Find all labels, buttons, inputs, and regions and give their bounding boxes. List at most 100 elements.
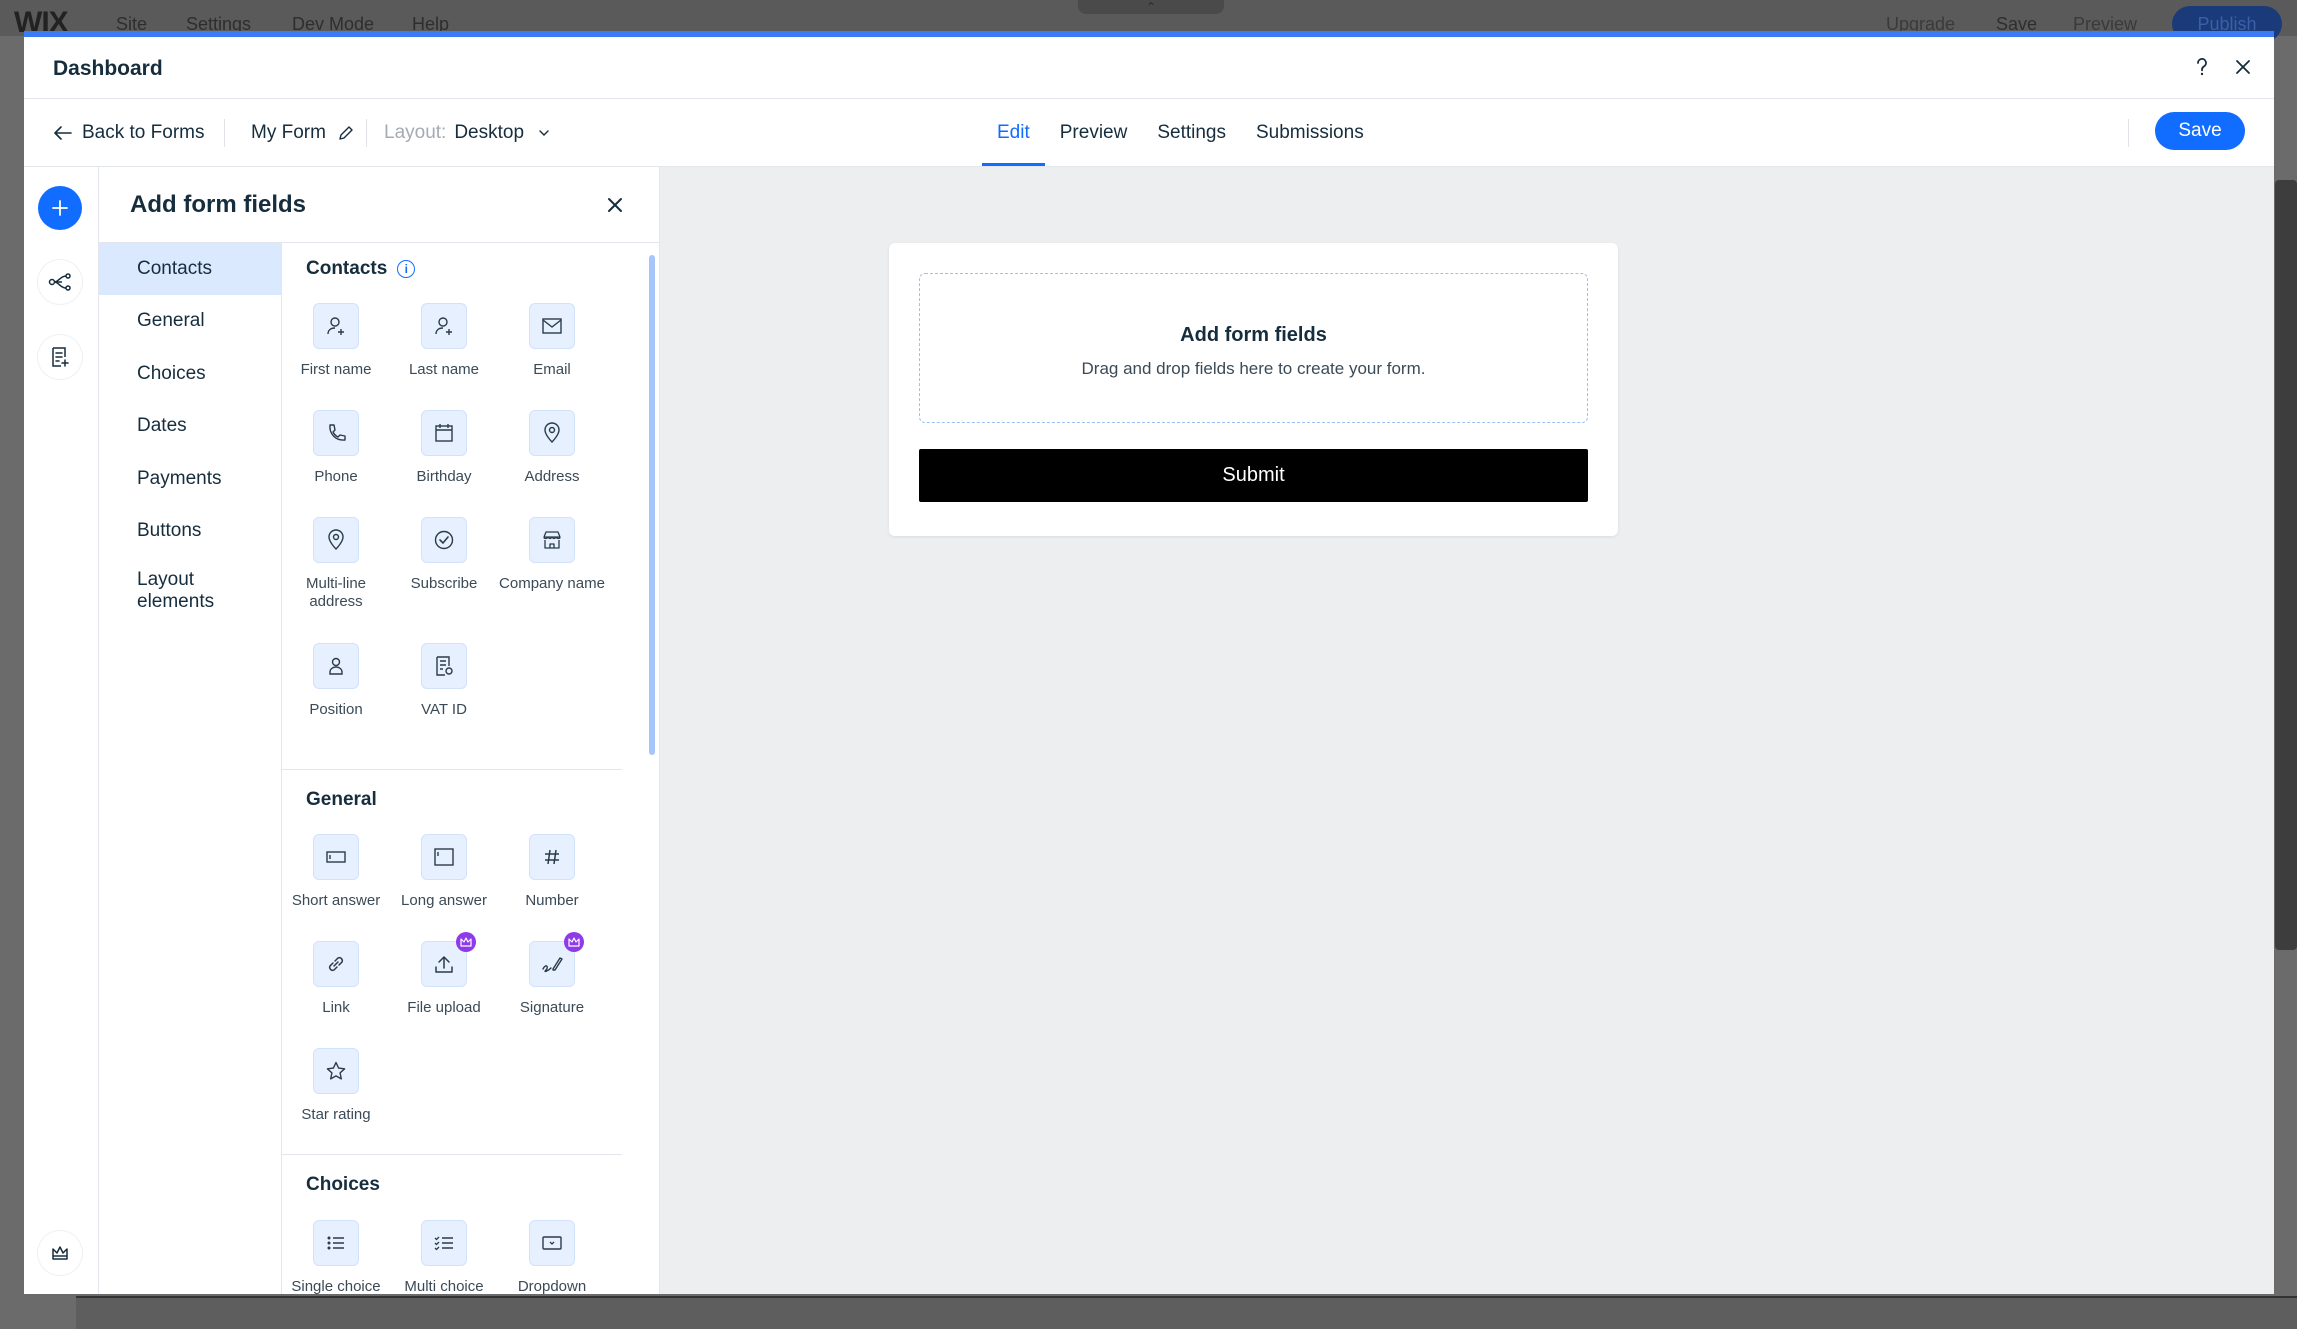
document-add-icon [50, 346, 70, 368]
field-label: Signature [519, 999, 585, 1016]
field-vat-id[interactable]: VAT ID [390, 643, 498, 719]
field-link[interactable]: Link [282, 941, 390, 1017]
field-long-answer[interactable]: Long answer [390, 834, 498, 910]
field-subscribe[interactable]: Subscribe [390, 517, 498, 593]
location-pin-icon [529, 410, 575, 456]
short-text-icon [313, 834, 359, 880]
info-icon[interactable]: i [397, 260, 416, 278]
pencil-icon[interactable] [338, 125, 354, 141]
editor-bottom-strip [76, 1296, 2297, 1329]
field-star-rating[interactable]: Star rating [282, 1048, 390, 1124]
field-label: VAT ID [421, 701, 467, 718]
field-phone[interactable]: Phone [282, 410, 390, 486]
person-icon [421, 303, 467, 349]
field-single-choice[interactable]: Single choice [282, 1220, 390, 1294]
field-multi-line-address[interactable]: Multi-line address [282, 517, 390, 611]
calendar-icon [421, 410, 467, 456]
section-title-choices: Choices [306, 1174, 380, 1196]
tab-edit[interactable]: Edit [982, 99, 1045, 166]
field-list: Contacts i First name Last name Email Ph… [282, 243, 634, 1294]
category-layout-elements[interactable]: Layout elements [99, 561, 249, 621]
list-icon [313, 1220, 359, 1266]
add-elements-button[interactable] [38, 186, 82, 230]
form-card: Add form fields Drag and drop fields her… [889, 243, 1618, 536]
section-divider [282, 769, 622, 770]
field-last-name[interactable]: Last name [390, 303, 498, 379]
checkmark-circle-icon [421, 517, 467, 563]
field-label: File upload [407, 999, 481, 1016]
link-icon [313, 941, 359, 987]
field-label: Single choice [291, 1278, 381, 1294]
layout-label: Layout: [384, 121, 447, 143]
category-payments[interactable]: Payments [99, 453, 281, 505]
dropzone-title: Add form fields [1180, 324, 1327, 346]
category-choices[interactable]: Choices [99, 348, 281, 400]
save-button[interactable]: Save [2155, 112, 2245, 150]
field-label: Number [525, 892, 579, 909]
field-signature[interactable]: Signature [498, 932, 606, 1017]
field-company-name[interactable]: Company name [498, 517, 606, 593]
field-email[interactable]: Email [498, 303, 606, 379]
field-categories: Contacts General Choices Dates Payments … [99, 243, 282, 1294]
form-settings-button[interactable] [38, 335, 82, 379]
tab-preview[interactable]: Preview [1045, 99, 1143, 166]
upgrade-premium-button[interactable] [38, 1231, 82, 1275]
toolbar-divider [224, 119, 225, 147]
form-canvas: Add form fields Drag and drop fields her… [660, 167, 2274, 1294]
envelope-icon [529, 303, 575, 349]
toolbar-divider [2128, 119, 2129, 147]
field-multi-choice[interactable]: Multi choice [390, 1220, 498, 1294]
field-short-answer[interactable]: Short answer [282, 834, 390, 910]
field-position[interactable]: Position [282, 643, 390, 719]
store-icon [529, 517, 575, 563]
star-icon [313, 1048, 359, 1094]
phone-icon [313, 410, 359, 456]
form-name-editor[interactable]: My Form [251, 99, 354, 166]
add-form-fields-panel: Add form fields Contacts General Choices… [99, 167, 660, 1294]
field-label: Position [309, 701, 363, 718]
receipt-icon [421, 643, 467, 689]
field-label: Email [533, 361, 571, 378]
category-dates[interactable]: Dates [99, 400, 281, 452]
field-label: Phone [314, 468, 358, 485]
automations-button[interactable] [38, 260, 82, 304]
layout-dropdown[interactable]: Layout: Desktop [384, 99, 550, 166]
editor-collapse-notch: ⌃ [1078, 0, 1224, 14]
panel-scrollbar[interactable] [649, 255, 655, 755]
tab-submissions[interactable]: Submissions [1241, 99, 1379, 166]
close-icon[interactable] [2229, 53, 2257, 81]
close-icon[interactable] [599, 189, 631, 221]
field-number[interactable]: Number [498, 834, 606, 910]
form-toolbar: Back to Forms My Form Layout: Desktop Ed… [24, 99, 2274, 167]
field-birthday[interactable]: Birthday [390, 410, 498, 486]
field-address[interactable]: Address [498, 410, 606, 486]
editor-tabs: Edit Preview Settings Submissions [982, 99, 1379, 166]
section-title-label: General [306, 789, 377, 810]
field-file-upload[interactable]: File upload [390, 932, 498, 1017]
section-title-general: General [306, 789, 377, 811]
submit-button[interactable]: Submit [919, 449, 1588, 502]
location-pin-icon [313, 517, 359, 563]
field-dropdown[interactable]: Dropdown [498, 1220, 606, 1294]
section-title-label: Contacts [306, 258, 388, 279]
form-dropzone[interactable]: Add form fields Drag and drop fields her… [919, 273, 1588, 423]
category-buttons[interactable]: Buttons [99, 505, 281, 557]
share-nodes-icon [48, 272, 72, 292]
field-first-name[interactable]: First name [282, 303, 390, 379]
chevron-down-icon [538, 129, 550, 137]
person-icon [313, 303, 359, 349]
field-label: Long answer [401, 892, 487, 909]
panel-title: Add form fields [130, 191, 307, 218]
section-divider [282, 1154, 622, 1155]
signature-icon [529, 932, 584, 987]
tab-settings[interactable]: Settings [1142, 99, 1241, 166]
field-label: Multi-line address [305, 575, 366, 610]
toolbar-divider [366, 119, 367, 147]
question-icon[interactable] [2188, 53, 2216, 81]
category-general[interactable]: General [99, 295, 281, 347]
dropdown-icon [529, 1220, 575, 1266]
back-to-forms-link[interactable]: Back to Forms [54, 99, 204, 166]
category-contacts[interactable]: Contacts [99, 243, 281, 295]
panel-body: Contacts General Choices Dates Payments … [99, 242, 659, 1294]
left-rail [24, 167, 99, 1294]
